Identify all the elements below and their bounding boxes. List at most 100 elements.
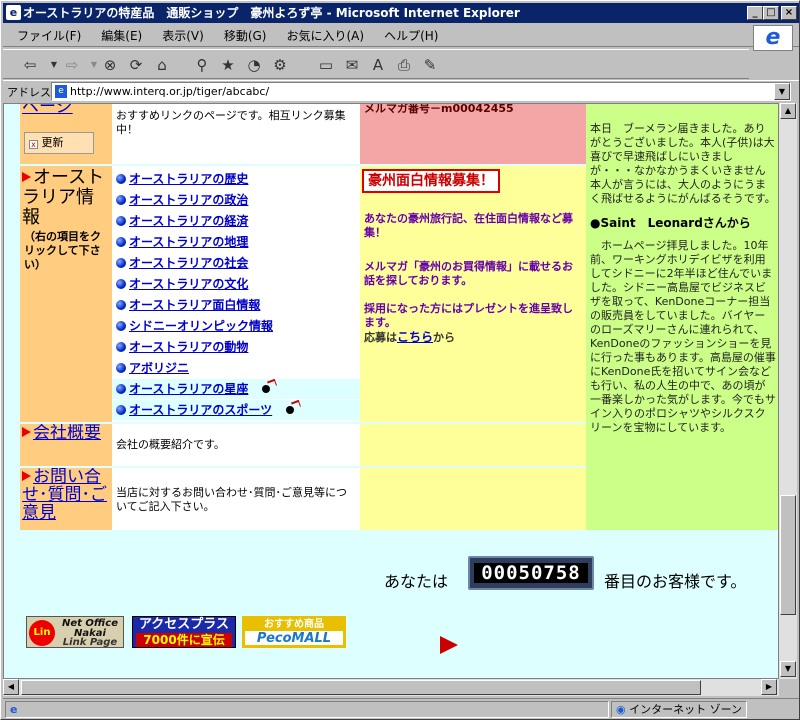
favorites-icon[interactable]: ★ — [217, 54, 239, 76]
blue-bullet-icon — [116, 405, 126, 415]
new-item-icon — [286, 406, 295, 414]
aus-info-item[interactable]: オーストラリアの経済 — [112, 211, 360, 231]
aus-info-item[interactable]: アボリジニ — [112, 358, 360, 378]
net-office-nakai-banner[interactable]: Lin Net Office Nakai Link Page — [26, 616, 124, 648]
aus-info-link[interactable]: オーストラリアの社会 — [129, 256, 248, 270]
links-nav-link[interactable]: ページ — [20, 104, 112, 116]
status-text: e — [5, 701, 609, 718]
history-icon[interactable]: ◔ — [243, 54, 265, 76]
menu-bar: ファイル(F) 編集(E) 表示(V) 移動(G) お気に入り(A) ヘルプ(H) — [3, 25, 799, 47]
address-label: アドレス — [7, 86, 51, 99]
blue-bullet-icon — [116, 321, 126, 331]
fullscreen-icon[interactable]: ▭ — [315, 54, 337, 76]
aus-info-link[interactable]: オーストラリアのスポーツ — [129, 403, 272, 417]
menu-file[interactable]: ファイル(F) — [11, 25, 87, 47]
contact-empty-cell — [360, 468, 586, 530]
scroll-left-button[interactable]: ◀ — [3, 679, 19, 695]
access-plus-banner[interactable]: アクセスプラス 7000件に宣伝 — [132, 616, 236, 648]
font-size-icon[interactable]: A — [367, 54, 389, 76]
company-cell: 会社概要 — [20, 424, 112, 466]
edit-icon[interactable]: ✎ — [419, 54, 441, 76]
blue-bullet-icon — [116, 258, 126, 268]
channels-icon[interactable]: ⚙ — [269, 54, 291, 76]
aus-info-link[interactable]: シドニーオリンピック情報 — [129, 319, 273, 333]
apply-link[interactable]: こちら — [397, 330, 433, 344]
aus-info-item[interactable]: オーストラリアの歴史 — [112, 169, 360, 189]
aus-info-title-cell: オーストラリア情報 （右の項目をクリックして下さい） — [20, 166, 112, 422]
aus-info-item[interactable]: オーストラリアのスポーツ — [112, 400, 360, 420]
nakai-logo-icon: Lin — [29, 620, 55, 646]
scroll-down-button[interactable]: ▼ — [780, 661, 796, 677]
blue-bullet-icon — [116, 363, 126, 373]
aus-info-link[interactable]: オーストラリアの星座 — [129, 382, 248, 396]
access-counter: 00050758 — [468, 556, 594, 590]
aus-info-item[interactable]: オーストラリアの動物 — [112, 337, 360, 357]
aus-info-item[interactable]: オーストラリアの政治 — [112, 190, 360, 210]
red-arrow-icon — [22, 471, 31, 481]
search-icon[interactable]: ⚲ — [191, 54, 213, 76]
aus-info-link[interactable]: オーストラリアの地理 — [129, 235, 248, 249]
maximize-button[interactable]: □ — [763, 6, 779, 20]
scroll-right-button[interactable]: ▶ — [761, 679, 777, 695]
aus-info-link[interactable]: オーストラリアの動物 — [129, 340, 248, 354]
aus-info-link[interactable]: オーストラリアの歴史 — [129, 172, 248, 186]
toolbar: ⇦ ▼ ⇨ ▼ ⊗ ⟳ ⌂ ⚲ ★ ◔ ⚙ ▭ ✉ A ⎙ ✎ — [3, 49, 749, 79]
close-button[interactable]: × — [781, 6, 797, 20]
status-zone: ◉ インターネット ゾーン — [611, 701, 747, 718]
contact-link[interactable]: お問い合せ･質問･ご意見 — [20, 468, 112, 522]
aus-info-link[interactable]: オーストラリアの経済 — [129, 214, 248, 228]
blue-bullet-icon — [116, 174, 126, 184]
page-icon: e — [55, 85, 67, 98]
mail-icon[interactable]: ✉ — [341, 54, 363, 76]
aus-info-link[interactable]: アボリジニ — [129, 361, 189, 375]
aus-info-link[interactable]: オーストラリアの政治 — [129, 193, 248, 207]
menu-edit[interactable]: 編集(E) — [95, 25, 148, 47]
aus-info-item[interactable]: オーストラリアの星座 — [112, 379, 360, 399]
news-cell: 本日 ブーメラン届きました。ありがとうございました。本人(子供)は大喜びで早速飛… — [586, 104, 778, 530]
red-arrow-icon — [22, 172, 31, 182]
menu-go[interactable]: 移動(G) — [218, 25, 273, 47]
aus-info-item[interactable]: オーストラリアの社会 — [112, 253, 360, 273]
address-input[interactable]: e http://www.interq.or.jp/tiger/abcabc/ … — [51, 82, 791, 101]
broken-image-icon: x — [29, 140, 38, 149]
menu-help[interactable]: ヘルプ(H) — [378, 25, 444, 47]
ie-page-icon: e — [6, 5, 21, 20]
aus-info-link[interactable]: オーストラリア面白情報 — [129, 298, 260, 312]
scroll-up-button[interactable]: ▲ — [780, 103, 796, 119]
new-item-icon — [262, 385, 271, 393]
company-desc-cell: 会社の概要紹介です。 — [112, 424, 360, 466]
links-desc-cell: おすすめリンクのページです。相互リンク募集中！ — [112, 104, 360, 164]
page-arrow-icon[interactable] — [440, 636, 458, 654]
home-icon[interactable]: ⌂ — [151, 54, 173, 76]
vertical-scroll-thumb[interactable] — [780, 495, 796, 615]
window-title: オーストラリアの特産品 通販ショップ 豪州よろず亭 - Microsoft In… — [23, 6, 520, 20]
blue-bullet-icon — [116, 300, 126, 310]
company-link[interactable]: 会社概要 — [20, 424, 112, 442]
print-icon[interactable]: ⎙ — [393, 54, 415, 76]
minimize-button[interactable]: _ — [747, 6, 763, 20]
back-arrow-icon[interactable]: ⇦ — [19, 54, 41, 76]
refresh-icon[interactable]: ⟳ — [125, 54, 147, 76]
counter-suffix: 番目のお客様です。 — [604, 572, 747, 591]
contact-desc-cell: 当店に対するお問い合わせ･質問･ご意見等についてご記入下さい。 — [112, 468, 360, 530]
aus-info-link[interactable]: オーストラリアの文化 — [129, 277, 248, 291]
vertical-scrollbar[interactable]: ▲ ▼ — [779, 103, 797, 679]
horizontal-scroll-thumb[interactable] — [21, 680, 701, 695]
update-image: x 更新 — [24, 132, 94, 154]
aus-info-item[interactable]: オーストラリア面白情報 — [112, 295, 360, 315]
stop-icon[interactable]: ⊗ — [99, 54, 121, 76]
pecomall-banner[interactable]: おすすめ商品 PecoMALL — [242, 616, 346, 648]
title-bar: e オーストラリアの特産品 通販ショップ 豪州よろず亭 - Microsoft … — [3, 3, 799, 23]
aus-info-item[interactable]: シドニーオリンピック情報 — [112, 316, 360, 336]
counter-digits: 00050758 — [474, 563, 588, 583]
contact-cell: お問い合せ･質問･ご意見 — [20, 468, 112, 530]
address-dropdown-button[interactable]: ▼ — [774, 83, 790, 100]
menu-favorites[interactable]: お気に入り(A) — [280, 25, 370, 47]
horizontal-scrollbar[interactable]: ◀ ▶ — [3, 679, 779, 696]
links-nav-cell: ページ x 更新 — [20, 104, 112, 164]
aus-info-list: オーストラリアの歴史 オーストラリアの政治 オーストラリアの経済 オーストラリアの地理… — [112, 166, 360, 422]
aus-info-item[interactable]: オーストラリアの地理 — [112, 232, 360, 252]
aus-info-item[interactable]: オーストラリアの文化 — [112, 274, 360, 294]
menu-view[interactable]: 表示(V) — [156, 25, 210, 47]
forward-arrow-icon[interactable]: ⇨ — [61, 54, 83, 76]
